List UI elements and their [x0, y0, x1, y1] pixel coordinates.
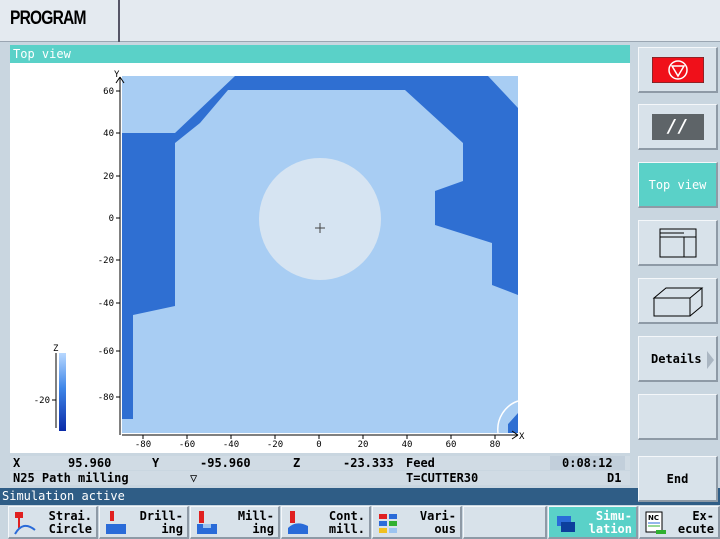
header-divider: [118, 0, 120, 42]
simulation-softkey[interactable]: Simu- lation: [548, 506, 638, 539]
feed-label: Feed: [406, 456, 435, 470]
stop-icon: [651, 56, 704, 83]
straight-circle-softkey[interactable]: Strai. Circle: [8, 506, 98, 539]
y-axis-label: Y: [114, 70, 120, 80]
drilling-icon: [106, 511, 126, 534]
current-block: N25 Path milling: [13, 471, 129, 485]
position-status-line: X 95.960 Y -95.960 Z -23.333 Feed 0:08:1…: [10, 456, 630, 470]
x-axis-label: X: [519, 432, 525, 442]
operating-area-title: PROGRAM: [10, 8, 86, 29]
various-softkey[interactable]: Vari- ous: [372, 506, 462, 539]
contour-milling-icon: [288, 511, 308, 534]
x-tick: -80: [135, 440, 151, 450]
drilling-label: Drill- ing: [139, 509, 183, 536]
simulation-label: Simu- lation: [588, 509, 632, 536]
z-tick: -20: [34, 396, 50, 406]
header-bar: PROGRAM: [0, 0, 720, 42]
execute-softkey[interactable]: NC Ex- ecute: [639, 506, 720, 539]
simulation-plot[interactable]: Y 60 40 20 0 -20 -40 -60 -80 X -80 -60 -…: [10, 63, 630, 453]
simulation-icon: [557, 516, 575, 532]
nc-execute-icon: NC: [645, 511, 666, 534]
x-tick: -60: [179, 440, 195, 450]
y-label: Y: [152, 456, 160, 470]
stop-softkey[interactable]: [638, 47, 718, 93]
message-line: Simulation active: [0, 488, 720, 505]
details-softkey[interactable]: Details: [638, 336, 718, 382]
3d-view-softkey[interactable]: [638, 278, 718, 324]
workpiece-bottom-strip: [133, 419, 508, 433]
single-block-icon: //: [651, 113, 704, 140]
y-tick: 60: [103, 87, 114, 97]
y-tick: 0: [109, 214, 114, 224]
various-icon: [379, 514, 397, 533]
block-status-line: N25 Path milling ▽ T=CUTTER30 D1: [10, 471, 630, 485]
milling-icon: [197, 511, 217, 534]
milling-softkey[interactable]: Mill- ing: [190, 506, 280, 539]
simulation-graphic: Y 60 40 20 0 -20 -40 -60 -80 X -80 -60 -…: [34, 70, 525, 450]
z-label: Z: [293, 456, 301, 470]
milling-label: Mill- ing: [237, 509, 274, 536]
x-tick: 80: [490, 440, 501, 450]
z-axis-label: Z: [53, 344, 59, 354]
y-tick: -20: [98, 256, 114, 266]
x-tick: -20: [267, 440, 283, 450]
three-plane-view-icon: [659, 228, 696, 257]
z-depth-scale: [59, 353, 66, 431]
details-label: Details: [651, 351, 702, 366]
chevron-right-icon: [707, 351, 714, 369]
tool-name: T=CUTTER30: [406, 471, 479, 485]
contour-milling-label: Cont. mill.: [328, 509, 365, 536]
y-value: -95.960: [200, 456, 251, 470]
view-title: Top view: [10, 45, 630, 63]
drilling-softkey[interactable]: Drill- ing: [99, 506, 189, 539]
circular-island: [259, 158, 381, 280]
y-tick: 20: [103, 172, 114, 182]
empty-softkey-right[interactable]: [638, 394, 718, 440]
end-softkey[interactable]: End: [638, 456, 718, 502]
block-marker-icon: ▽: [190, 471, 198, 485]
three-plane-view-softkey[interactable]: [638, 220, 718, 266]
x-tick: 20: [358, 440, 369, 450]
y-tick: -60: [98, 347, 114, 357]
y-tick: -80: [98, 393, 114, 403]
y-tick: 40: [103, 129, 114, 139]
x-tick: -40: [223, 440, 239, 450]
single-block-softkey[interactable]: //: [638, 104, 718, 150]
straight-circle-label: Strai. Circle: [48, 509, 92, 536]
z-value: -23.333: [343, 456, 394, 470]
x-label: X: [13, 456, 21, 470]
straight-circle-icon: [14, 512, 36, 535]
contour-milling-softkey[interactable]: Cont. mill.: [281, 506, 371, 539]
simulation-time: 0:08:12: [562, 456, 613, 470]
empty-softkey-bottom[interactable]: [463, 506, 547, 539]
execute-label: Ex- ecute: [677, 509, 714, 536]
x-value: 95.960: [68, 456, 112, 470]
y-tick: -40: [98, 299, 114, 309]
x-tick: 60: [446, 440, 457, 450]
d-number: D1: [607, 471, 622, 485]
various-label: Vari- ous: [419, 509, 456, 536]
3d-view-icon: [652, 287, 703, 316]
x-tick: 0: [316, 440, 321, 450]
top-view-softkey[interactable]: Top view: [638, 162, 718, 208]
svg-text:NC: NC: [648, 514, 659, 522]
x-tick: 40: [402, 440, 413, 450]
